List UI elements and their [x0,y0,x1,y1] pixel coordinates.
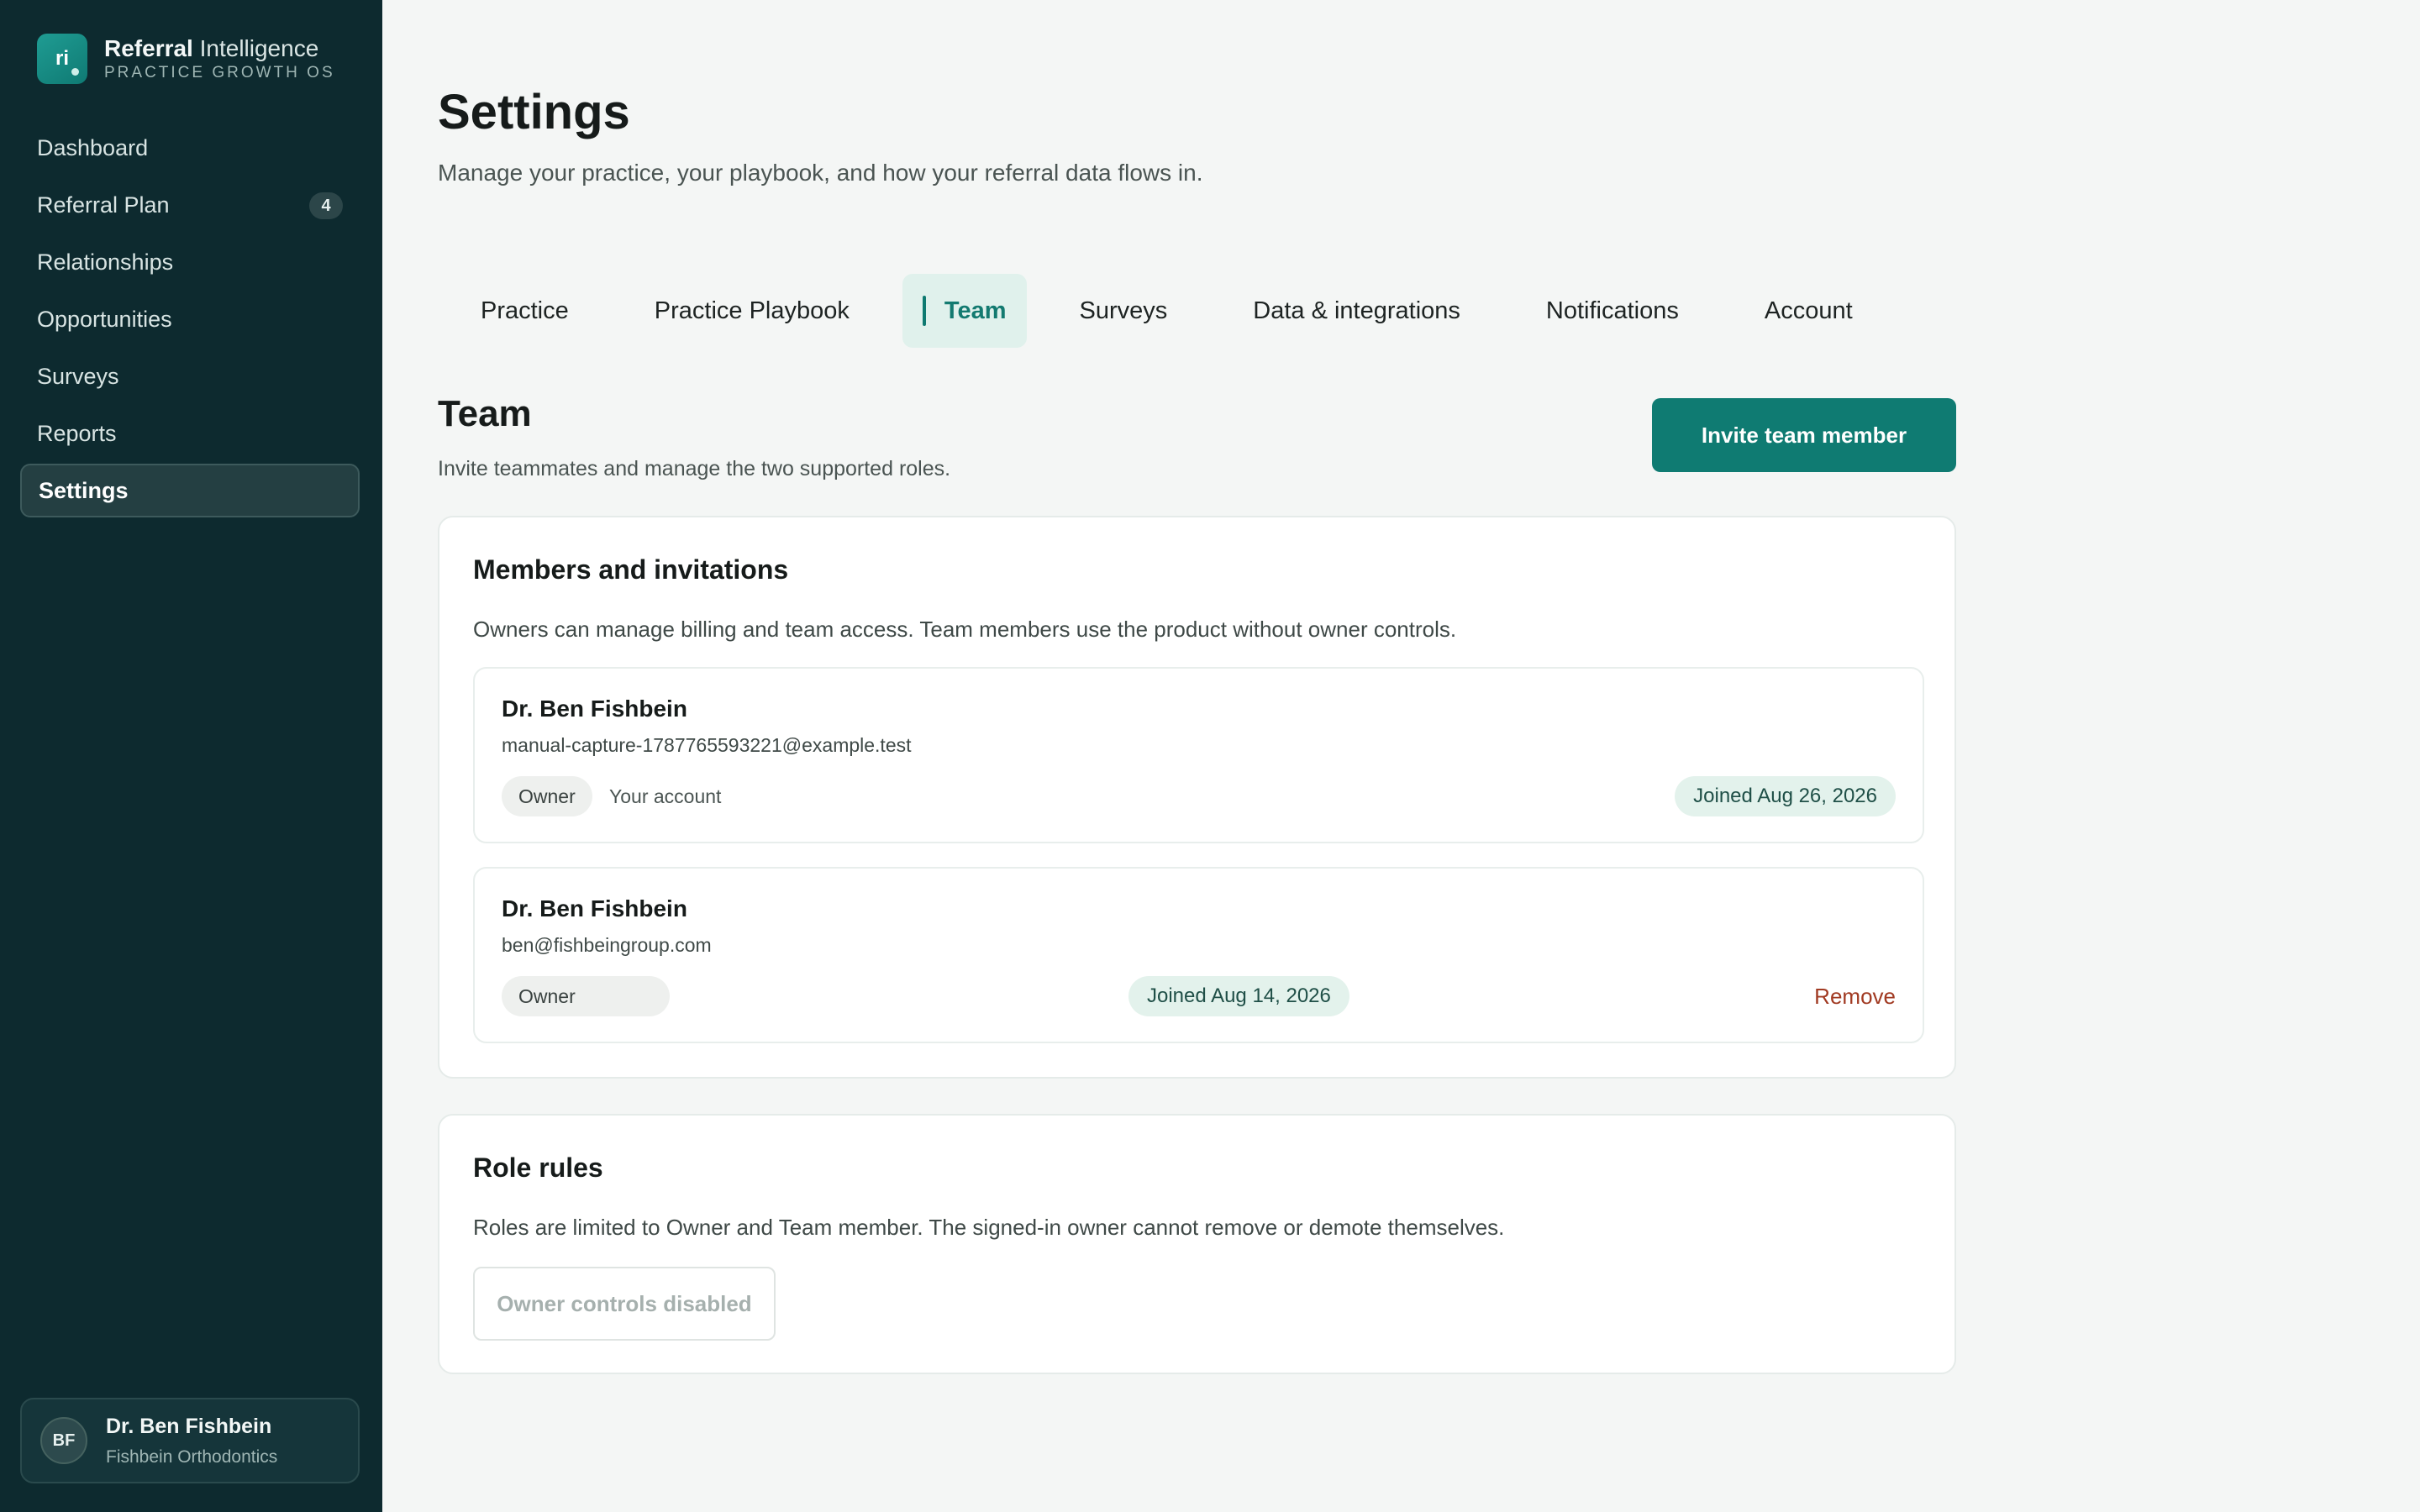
member-row: Dr. Ben Fishbein ben@fishbeingroup.com O… [473,867,1924,1043]
team-section-header: Team Invite teammates and manage the two… [438,393,950,481]
count-badge: 4 [309,192,343,219]
tab-notifications[interactable]: Notifications [1503,274,1722,348]
brand-name-bold: Referral [104,35,193,61]
tab-practice[interactable]: Practice [438,274,612,348]
brand-logo-text: ri [55,47,69,70]
sidebar-item-settings[interactable]: Settings [20,464,360,517]
role-rules-card: Role rules Roles are limited to Owner an… [438,1114,1956,1374]
role-badge: Owner [502,776,592,816]
brand-name-rest: Intelligence [192,35,319,61]
sidebar: ri Referral Intelligence PRACTICE GROWTH… [0,0,382,1512]
sidebar-item-label: Relationships [37,249,174,275]
page-title: Settings [438,85,630,139]
owner-controls-disabled-button: Owner controls disabled [473,1267,776,1341]
member-email: ben@fishbeingroup.com [502,934,712,956]
member-email: manual-capture-1787765593221@example.tes… [502,734,912,756]
sidebar-item-referral-plan[interactable]: Referral Plan 4 [20,178,360,232]
tab-data-integrations[interactable]: Data & integrations [1210,274,1503,348]
sidebar-item-dashboard[interactable]: Dashboard [20,121,360,175]
brand-logo-icon: ri [37,34,87,84]
sidebar-item-label: Referral Plan [37,192,170,218]
page-subtitle: Manage your practice, your playbook, and… [438,160,1203,186]
sidebar-item-relationships[interactable]: Relationships [20,235,360,289]
card-title: Members and invitations [473,554,789,585]
settings-tabs: Practice Practice Playbook Team Surveys … [438,274,1896,348]
user-card[interactable]: BF Dr. Ben Fishbein Fishbein Orthodontic… [20,1398,360,1483]
sidebar-nav: Dashboard Referral Plan 4 Relationships … [20,121,360,521]
sidebar-item-label: Surveys [37,363,119,389]
tab-team[interactable]: Team [902,274,1027,348]
member-name: Dr. Ben Fishbein [502,895,687,921]
tab-surveys[interactable]: Surveys [1037,274,1211,348]
member-row: Dr. Ben Fishbein manual-capture-17877655… [473,667,1924,843]
brand[interactable]: ri Referral Intelligence PRACTICE GROWTH… [37,34,335,84]
sidebar-item-label: Dashboard [37,134,149,160]
joined-badge: Joined Aug 14, 2026 [1128,976,1349,1016]
brand-logo-dot [71,68,79,76]
member-name: Dr. Ben Fishbein [502,696,687,722]
sidebar-item-label: Reports [37,420,117,446]
joined-badge: Joined Aug 26, 2026 [1675,776,1896,816]
sidebar-item-surveys[interactable]: Surveys [20,349,360,403]
tab-practice-playbook[interactable]: Practice Playbook [612,274,892,348]
main-content: Settings Manage your practice, your play… [382,0,2420,1512]
card-title: Role rules [473,1152,603,1183]
user-meta: Dr. Ben Fishbein Fishbein Orthodontics [106,1415,277,1467]
section-description: Invite teammates and manage the two supp… [438,457,951,480]
sidebar-item-label: Settings [39,477,129,503]
section-title: Team [438,393,532,434]
members-card: Members and invitations Owners can manag… [438,516,1956,1079]
brand-text: Referral Intelligence PRACTICE GROWTH OS [104,35,335,82]
tab-account[interactable]: Account [1722,274,1896,348]
role-select[interactable]: Owner [502,976,670,1016]
card-description: Owners can manage billing and team acces… [473,617,1457,642]
user-name: Dr. Ben Fishbein [106,1414,272,1438]
sidebar-item-label: Opportunities [37,306,172,332]
your-account-label: Your account [609,785,722,807]
brand-name: Referral Intelligence [104,35,335,62]
app-root: ri Referral Intelligence PRACTICE GROWTH… [0,0,2420,1512]
invite-team-member-button[interactable]: Invite team member [1652,398,1956,472]
remove-member-button[interactable]: Remove [1814,976,1896,1016]
sidebar-item-reports[interactable]: Reports [20,407,360,460]
card-description: Roles are limited to Owner and Team memb… [473,1215,1505,1240]
user-org: Fishbein Orthodontics [106,1446,278,1467]
sidebar-item-opportunities[interactable]: Opportunities [20,292,360,346]
avatar: BF [40,1417,87,1464]
brand-tagline: PRACTICE GROWTH OS [104,64,335,81]
